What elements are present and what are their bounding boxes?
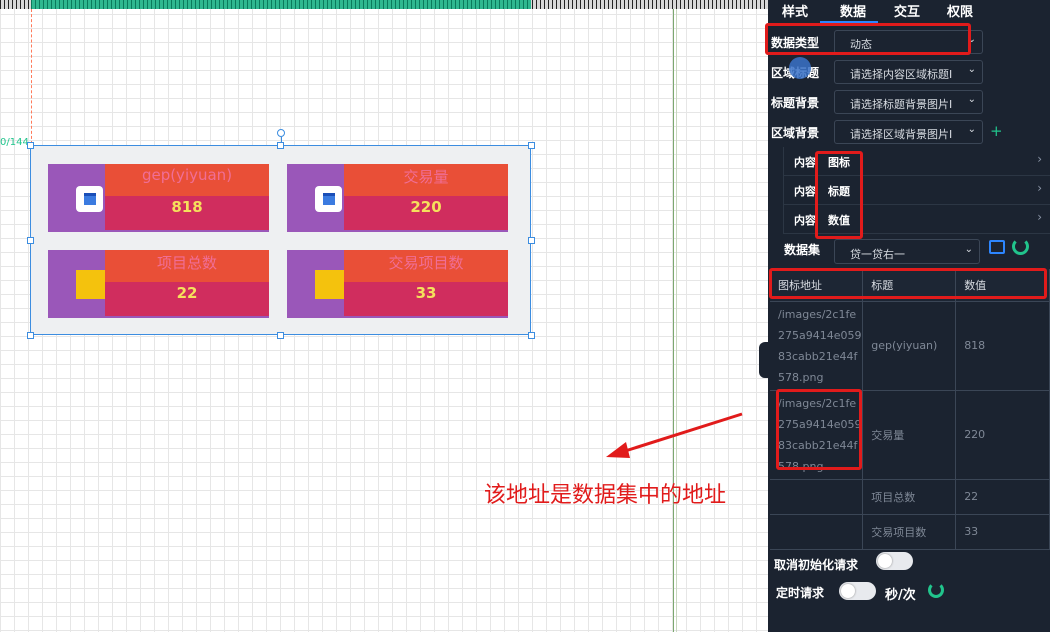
region-bg-select[interactable]: 请选择区域背景图片I ⌄ [834,120,983,144]
calendar-icon [76,186,103,212]
table-row: 项目总数 22 [770,479,1050,515]
table-cell: 818 [955,301,1050,391]
table-cell: 交易量 [862,390,957,480]
stat-card[interactable]: 交易项目数 33 [287,250,508,318]
highlight-box [765,23,971,55]
title-bg-select[interactable]: 请选择标题背景图片I ⌄ [834,90,983,114]
canvas-boundary [673,9,674,632]
chevron-right-icon: › [1037,210,1042,224]
add-icon[interactable]: + [990,122,1003,140]
table-cell: 交易项目数 [862,514,957,550]
resize-handle-ne[interactable] [528,142,535,149]
table-cell [770,514,864,550]
resize-handle-w[interactable] [27,237,34,244]
content-row-label: 内容 [794,156,816,169]
coordinate-label: 0/144 [0,137,29,148]
timed-request-toggle[interactable] [839,582,876,600]
table-row: /images/2c1fe275a9414e05983cabb21e44f578… [770,301,1050,391]
resize-handle-n[interactable] [277,142,284,149]
chevron-right-icon: › [1037,152,1042,166]
chevron-down-icon: ⌄ [967,124,976,135]
tab-style[interactable]: 样式 [782,1,808,20]
rotate-handle[interactable] [277,129,285,137]
card-value: 33 [415,284,437,302]
card-value: 220 [410,198,442,216]
resize-handle-s[interactable] [277,332,284,339]
tab-data[interactable]: 数据 [840,1,866,20]
card-title: gep(yiyuan) [141,166,233,184]
property-panel: 样式 数据 交互 权限 数据类型 动态 ⌄ 区域标题 请选择内容区域标题I ⌄ … [768,0,1050,632]
cancel-init-label: 取消初始化请求 [774,558,859,572]
chevron-down-icon: ⌄ [967,94,976,105]
stat-card[interactable]: 交易量 220 [287,164,508,232]
dataset-value: 贷一贷右一 [850,248,905,261]
table-cell: /images/2c1fe275a9414e05983cabb21e44f578… [770,301,864,391]
dataset-label: 数据集 [784,243,821,257]
chevron-down-icon: ⌄ [964,244,973,255]
resize-handle-se[interactable] [528,332,535,339]
tab-interaction[interactable]: 交互 [894,1,920,20]
folder-search-icon[interactable] [989,240,1005,254]
card-title: 交易量 [403,168,449,186]
table-cell: gep(yiyuan) [862,301,957,391]
stat-card[interactable]: gep(yiyuan) 818 [48,164,269,232]
annotation-text: 该地址是数据集中的地址 [484,483,727,508]
table-cell: 220 [955,390,1050,480]
region-bg-label: 区域背景 [771,126,820,140]
calendar-icon [315,186,342,212]
ruler-selection-range [31,0,531,9]
card-title: 交易项目数 [388,254,464,272]
refresh-icon[interactable] [1012,238,1029,255]
card-value: 818 [171,198,203,216]
card-value: 22 [176,284,198,302]
table-cell [770,479,864,515]
dataset-select[interactable]: 贷一贷右一 ⌄ [834,239,980,264]
yellow-square-icon [315,270,344,299]
canvas-boundary-inner [676,9,677,632]
title-bg-placeholder: 请选择标题背景图片I [850,98,953,111]
yellow-square-icon [76,270,105,299]
title-bg-label: 标题背景 [771,96,820,110]
chevron-right-icon: › [1037,181,1042,195]
table-row: 交易项目数 33 [770,514,1050,550]
highlight-box [769,268,1047,299]
tab-permission[interactable]: 权限 [947,1,973,20]
stat-card[interactable]: 项目总数 22 [48,250,269,318]
highlight-box [776,389,862,470]
card-title: 项目总数 [156,254,217,272]
resize-handle-e[interactable] [528,237,535,244]
per-second-label: 秒/次 [885,588,916,603]
region-title-placeholder: 请选择内容区域标题I [850,68,953,81]
highlight-box [815,151,863,239]
cancel-init-toggle[interactable] [876,552,913,570]
panel-tabs: 样式 数据 交互 权限 [768,0,1050,23]
table-cell: 33 [955,514,1050,550]
selected-stat-component[interactable]: gep(yiyuan) 818 交易量 220 项目总数 22 交易项目数 33 [30,145,531,335]
region-bg-placeholder: 请选择区域背景图片I [850,128,953,141]
content-row-label: 内容 [794,214,816,227]
alignment-guide [31,9,32,144]
arrow-icon [606,412,743,458]
resize-handle-nw[interactable] [27,142,34,149]
cursor-indicator [789,57,811,79]
resize-handle-sw[interactable] [27,332,34,339]
chevron-down-icon: ⌄ [967,64,976,75]
timed-request-label: 定时请求 [776,586,825,600]
refresh-icon[interactable] [928,582,944,598]
table-cell: 项目总数 [862,479,957,515]
table-cell: 22 [955,479,1050,515]
content-row-label: 内容 [794,185,816,198]
region-title-select[interactable]: 请选择内容区域标题I ⌄ [834,60,983,84]
